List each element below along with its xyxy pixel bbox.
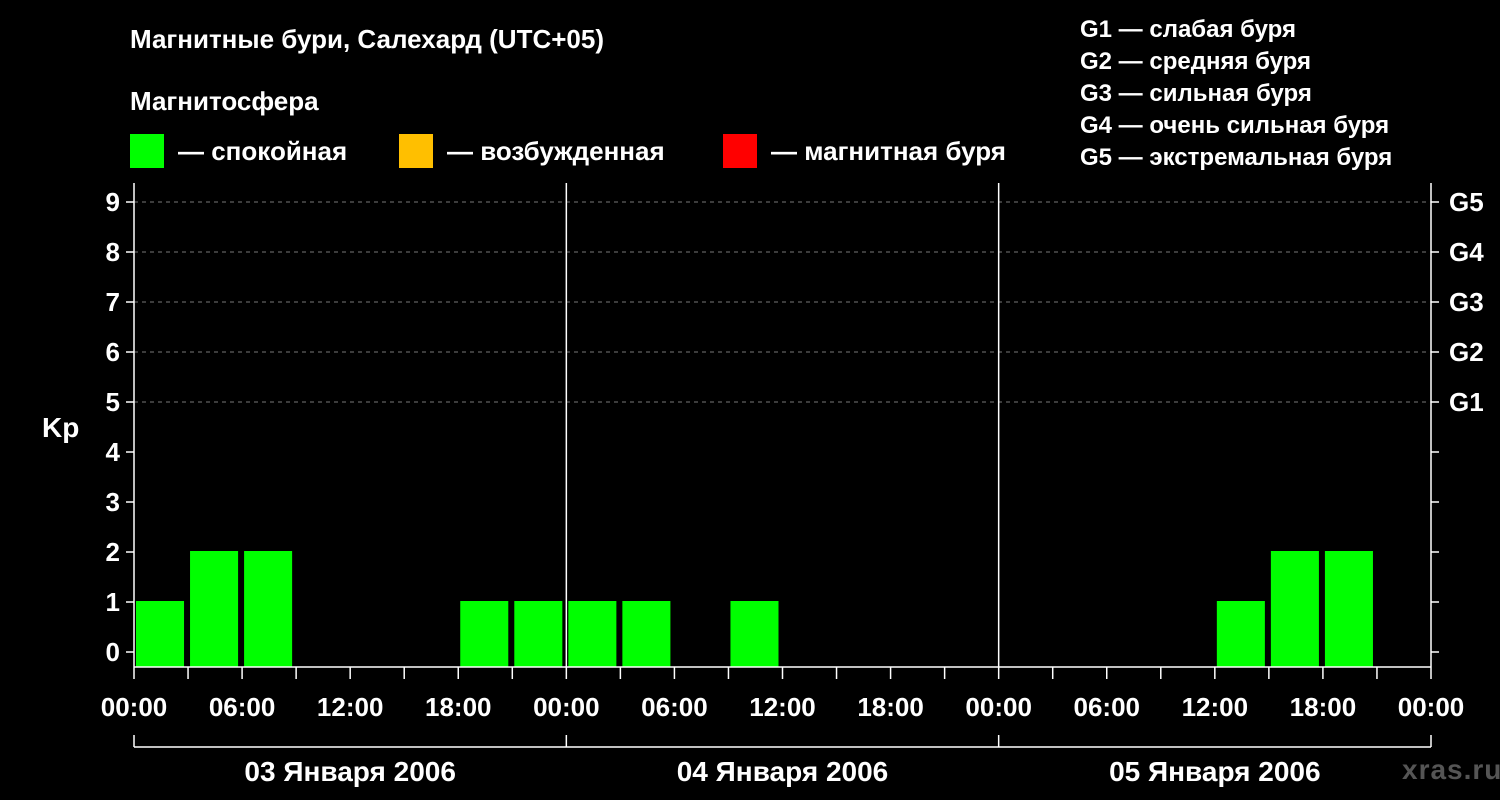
y-tick-label: 7 <box>106 287 120 317</box>
kp-bar <box>1216 601 1265 667</box>
day-label: 03 Января 2006 <box>244 756 456 787</box>
kp-bar <box>514 601 563 667</box>
x-tick-label: 06:00 <box>209 692 276 722</box>
y-tick-label: 6 <box>106 337 120 367</box>
g-scale-label: G5 <box>1449 187 1484 217</box>
kp-chart: 0 1 2 3 4 5 6 7 8 9 G1 G2 G3 G4 G5 00:00 06:00 12:00 18:00… <box>101 183 1484 787</box>
g-scale-label: G1 <box>1449 387 1484 417</box>
x-tick-label: 18:00 <box>425 692 492 722</box>
x-tick-label: 00:00 <box>1398 692 1465 722</box>
y-tick-label: 0 <box>106 637 120 667</box>
x-tick-label: 18:00 <box>1290 692 1357 722</box>
day-label: 04 Января 2006 <box>677 756 889 787</box>
kp-bar <box>1324 551 1373 667</box>
kp-bar <box>190 551 239 667</box>
y-tick-label: 4 <box>106 437 121 467</box>
x-tick-label: 12:00 <box>317 692 384 722</box>
x-tick-label: 00:00 <box>533 692 600 722</box>
day-label: 05 Января 2006 <box>1109 756 1321 787</box>
y-tick-label: 1 <box>106 587 120 617</box>
x-tick-label: 12:00 <box>749 692 816 722</box>
g-scale-label: G3 <box>1449 287 1484 317</box>
g-scale-label: G4 <box>1449 237 1484 267</box>
y-tick-label: 5 <box>106 387 120 417</box>
y-tick-label: 8 <box>106 237 120 267</box>
kp-bar <box>1270 551 1319 667</box>
x-tick-label: 06:00 <box>641 692 708 722</box>
x-tick-label: 00:00 <box>965 692 1032 722</box>
y-tick-label: 3 <box>106 487 120 517</box>
x-tick-label: 18:00 <box>857 692 924 722</box>
g-scale-label: G2 <box>1449 337 1484 367</box>
kp-bar <box>730 601 779 667</box>
x-tick-label: 12:00 <box>1182 692 1249 722</box>
kp-bar <box>244 551 293 667</box>
kp-bar <box>622 601 671 667</box>
kp-bar <box>136 601 185 667</box>
watermark: xras.ru <box>1402 754 1500 785</box>
y-tick-label: 2 <box>106 537 120 567</box>
kp-bar <box>568 601 617 667</box>
kp-bar <box>460 601 509 667</box>
x-tick-label: 00:00 <box>101 692 168 722</box>
x-tick-label: 06:00 <box>1074 692 1141 722</box>
y-tick-label: 9 <box>106 187 120 217</box>
